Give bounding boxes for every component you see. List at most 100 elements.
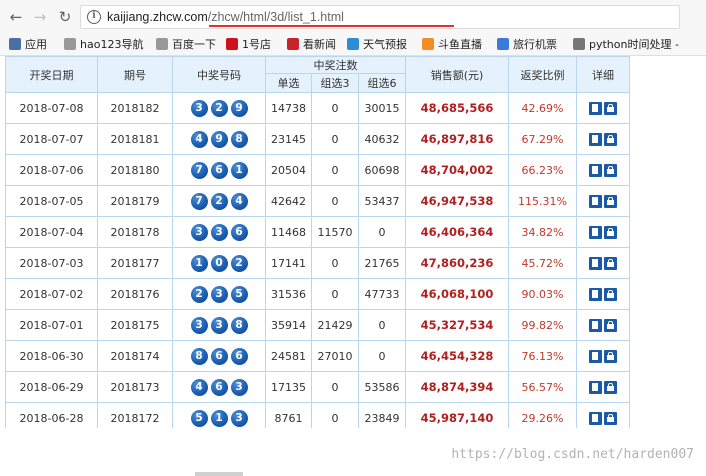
reload-icon[interactable]: ↻ <box>55 7 75 27</box>
detail-document-icon[interactable] <box>589 287 602 301</box>
cell-sales: 46,897,816 <box>405 123 509 155</box>
cell-ratio: 115.31% <box>508 185 577 217</box>
info-icon[interactable]: i <box>87 10 101 24</box>
detail-document-icon[interactable] <box>589 101 602 115</box>
bookmark-item[interactable]: 1号店 <box>226 37 271 53</box>
cell-detail <box>576 154 630 186</box>
number-ball: 1 <box>210 409 228 427</box>
cell-sales: 48,874,394 <box>405 371 509 403</box>
cell-single: 42642 <box>265 185 312 217</box>
cell-date: 2018-07-06 <box>5 154 98 186</box>
url-host: kaijiang.zhcw.com <box>107 10 208 24</box>
bookmarks-bar: 应用 hao123导航 百度一下 1号店 看新闻 天气预报 斗鱼直播 旅行机票 python时间… <box>0 34 706 56</box>
detail-document-icon[interactable] <box>589 380 602 394</box>
bookmark-label: 旅行机票 <box>513 38 557 51</box>
cell-group3: 0 <box>311 92 359 124</box>
bookmark-item[interactable]: python时间处理 - <box>573 37 679 53</box>
cell-date: 2018-06-29 <box>5 371 98 403</box>
bookmark-item[interactable]: 应用 <box>9 37 47 53</box>
detail-document-icon[interactable] <box>589 132 602 146</box>
number-ball: 8 <box>230 130 248 148</box>
detail-lock-icon[interactable] <box>604 287 617 301</box>
number-ball: 3 <box>190 223 208 241</box>
cell-single: 17141 <box>265 247 312 279</box>
cell-single: 20504 <box>265 154 312 186</box>
detail-document-icon[interactable] <box>589 163 602 177</box>
cell-group3: 0 <box>311 278 359 310</box>
cell-issue: 2018175 <box>97 309 173 341</box>
table-row: 2018-06-30 2018174 8 6 6 24581 27010 0 46,454,32… <box>5 340 630 372</box>
cell-single: 35914 <box>265 309 312 341</box>
header-payout-ratio: 返奖比例 <box>508 56 577 93</box>
cell-issue: 2018182 <box>97 92 173 124</box>
detail-document-icon[interactable] <box>589 256 602 270</box>
detail-document-icon[interactable] <box>589 225 602 239</box>
detail-lock-icon[interactable] <box>604 225 617 239</box>
page-icon <box>573 38 585 50</box>
number-ball: 3 <box>230 409 248 427</box>
apps-grid-icon <box>9 38 21 50</box>
forward-arrow-icon[interactable]: → <box>30 7 50 27</box>
bookmark-item[interactable]: 旅行机票 <box>497 37 557 53</box>
bookmark-item[interactable]: 百度一下 <box>156 37 216 53</box>
cell-single: 24581 <box>265 340 312 372</box>
bookmark-label: 1号店 <box>242 38 271 51</box>
cell-group6: 53437 <box>358 185 406 217</box>
page-bottom: https://blog.csdn.net/harden007 <box>0 428 706 476</box>
detail-lock-icon[interactable] <box>604 163 617 177</box>
number-ball: 2 <box>230 254 248 272</box>
detail-document-icon[interactable] <box>589 194 602 208</box>
header-winning-numbers: 中奖号码 <box>172 56 266 93</box>
cell-sales: 46,406,364 <box>405 216 509 248</box>
detail-document-icon[interactable] <box>589 349 602 363</box>
cell-group6: 60698 <box>358 154 406 186</box>
table-row: 2018-06-29 2018173 4 6 3 17135 0 53586 48,874,39… <box>5 371 630 403</box>
url-field[interactable]: i kaijiang.zhcw.com/zhcw/html/3d/list_1.… <box>80 5 680 29</box>
number-ball: 5 <box>190 409 208 427</box>
detail-lock-icon[interactable] <box>604 132 617 146</box>
number-ball: 1 <box>190 254 208 272</box>
detail-lock-icon[interactable] <box>604 256 617 270</box>
table-row: 2018-07-01 2018175 3 3 8 35914 21429 0 45,327,53… <box>5 309 630 341</box>
number-ball: 2 <box>210 192 228 210</box>
bookmark-label: 百度一下 <box>172 38 216 51</box>
detail-lock-icon[interactable] <box>604 101 617 115</box>
cell-ratio: 67.29% <box>508 123 577 155</box>
detail-lock-icon[interactable] <box>604 194 617 208</box>
detail-document-icon[interactable] <box>589 318 602 332</box>
cell-numbers: 102 <box>172 247 266 279</box>
number-ball: 6 <box>230 223 248 241</box>
bookmark-item[interactable]: 斗鱼直播 <box>422 37 482 53</box>
cell-sales: 48,685,566 <box>405 92 509 124</box>
cell-sales: 47,860,236 <box>405 247 509 279</box>
bookmark-label: 应用 <box>25 38 47 51</box>
douyu-icon <box>422 38 434 50</box>
cell-sales: 48,704,002 <box>405 154 509 186</box>
cell-group6: 21765 <box>358 247 406 279</box>
cell-numbers: 336 <box>172 216 266 248</box>
detail-lock-icon[interactable] <box>604 411 617 425</box>
cell-date: 2018-06-30 <box>5 340 98 372</box>
detail-lock-icon[interactable] <box>604 380 617 394</box>
bookmark-item[interactable]: 看新闻 <box>287 37 336 53</box>
bookmark-item[interactable]: hao123导航 <box>64 37 143 53</box>
back-arrow-icon[interactable]: ← <box>6 7 26 27</box>
cell-numbers: 498 <box>172 123 266 155</box>
header-single: 单选 <box>265 73 312 93</box>
cell-sales: 46,947,538 <box>405 185 509 217</box>
cell-detail <box>576 185 630 217</box>
horizontal-scrollbar[interactable] <box>195 472 243 476</box>
cell-issue: 2018181 <box>97 123 173 155</box>
bookmark-item[interactable]: 天气预报 <box>347 37 407 53</box>
cell-date: 2018-07-07 <box>5 123 98 155</box>
cell-date: 2018-07-04 <box>5 216 98 248</box>
cell-group6: 47733 <box>358 278 406 310</box>
detail-document-icon[interactable] <box>589 411 602 425</box>
number-ball: 3 <box>190 316 208 334</box>
cell-issue: 2018174 <box>97 340 173 372</box>
detail-lock-icon[interactable] <box>604 318 617 332</box>
detail-lock-icon[interactable] <box>604 349 617 363</box>
header-winning-bets: 中奖注数 <box>265 56 406 74</box>
cell-detail <box>576 123 630 155</box>
cell-sales: 45,327,534 <box>405 309 509 341</box>
